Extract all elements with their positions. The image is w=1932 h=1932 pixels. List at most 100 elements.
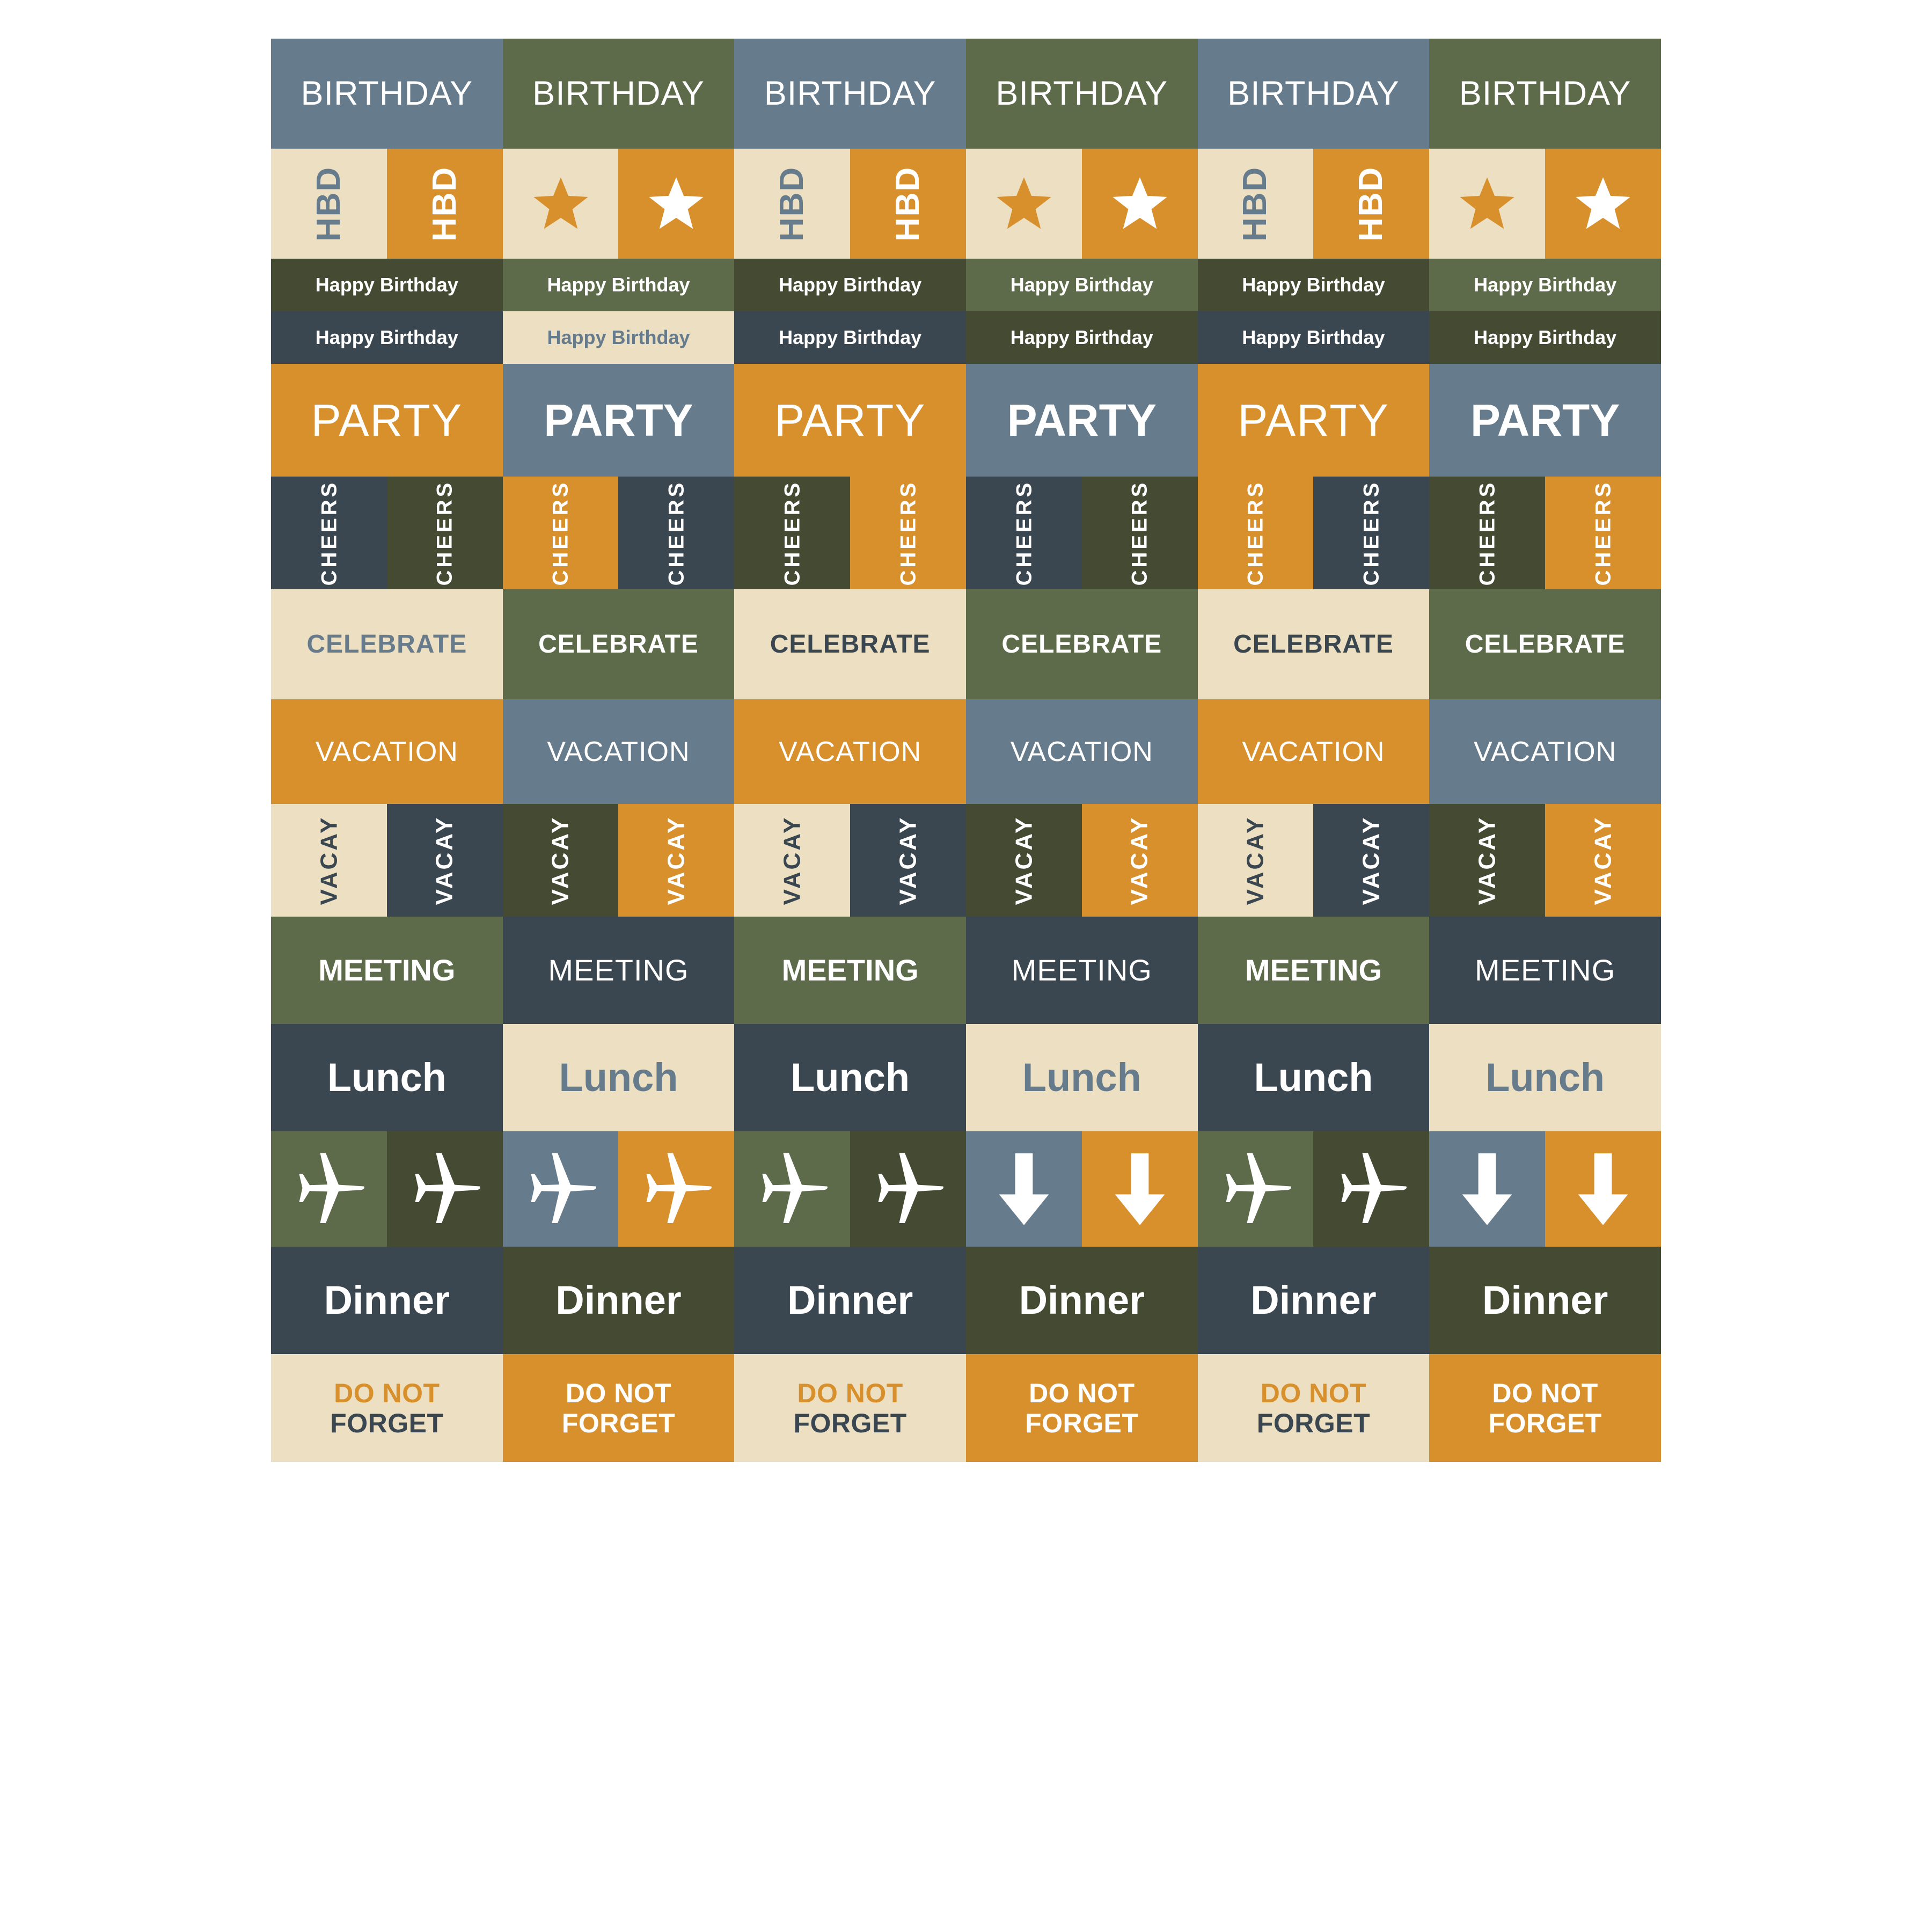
arrow-down-icon[interactable] — [1429, 1131, 1546, 1247]
sticker-vacay[interactable]: VACAY — [1313, 804, 1430, 917]
star-icon[interactable] — [502, 149, 619, 259]
sticker-happy-birthday-2[interactable]: Happy Birthday — [1197, 311, 1430, 364]
airplane-icon[interactable] — [1197, 1131, 1314, 1247]
sticker-happy-birthday-2[interactable]: Happy Birthday — [1429, 311, 1661, 364]
sticker-do-not-forget[interactable]: DO NOT FORGET — [1429, 1354, 1661, 1462]
sticker-dinner[interactable]: Dinner — [271, 1247, 503, 1354]
sticker-celebrate[interactable]: CELEBRATE — [502, 589, 735, 699]
sticker-birthday[interactable]: BIRTHDAY — [1197, 39, 1430, 149]
sticker-vacay[interactable]: VACAY — [1197, 804, 1314, 917]
sticker-birthday[interactable]: BIRTHDAY — [734, 39, 966, 149]
airplane-icon[interactable] — [850, 1131, 966, 1247]
airplane-icon[interactable] — [502, 1131, 619, 1247]
arrow-down-icon[interactable] — [1081, 1131, 1198, 1247]
sticker-celebrate[interactable]: CELEBRATE — [1197, 589, 1430, 699]
sticker-celebrate[interactable]: CELEBRATE — [271, 589, 503, 699]
sticker-hbd[interactable]: HBD — [1197, 149, 1314, 259]
airplane-icon[interactable] — [386, 1131, 503, 1247]
sticker-cheers[interactable]: CHEERS — [850, 477, 966, 589]
airplane-icon[interactable] — [1313, 1131, 1430, 1247]
arrow-down-icon[interactable] — [1545, 1131, 1661, 1247]
sticker-cheers[interactable]: CHEERS — [1081, 477, 1198, 589]
sticker-dinner[interactable]: Dinner — [1429, 1247, 1661, 1354]
sticker-hbd[interactable]: HBD — [734, 149, 851, 259]
sticker-dinner[interactable]: Dinner — [502, 1247, 735, 1354]
sticker-lunch[interactable]: Lunch — [965, 1024, 1198, 1131]
sticker-vacay[interactable]: VACAY — [1081, 804, 1198, 917]
sticker-happy-birthday-2[interactable]: Happy Birthday — [734, 311, 966, 364]
sticker-vacay[interactable]: VACAY — [618, 804, 735, 917]
sticker-happy-birthday-2[interactable]: Happy Birthday — [965, 311, 1198, 364]
sticker-vacation[interactable]: VACATION — [965, 699, 1198, 804]
sticker-lunch[interactable]: Lunch — [271, 1024, 503, 1131]
sticker-vacay[interactable]: VACAY — [502, 804, 619, 917]
sticker-meeting[interactable]: MEETING — [1197, 917, 1430, 1024]
star-icon[interactable] — [1545, 149, 1661, 259]
sticker-celebrate[interactable]: CELEBRATE — [734, 589, 966, 699]
airplane-icon[interactable] — [618, 1131, 735, 1247]
sticker-cheers[interactable]: CHEERS — [618, 477, 735, 589]
sticker-happy-birthday-1[interactable]: Happy Birthday — [1197, 259, 1430, 311]
sticker-vacay[interactable]: VACAY — [271, 804, 387, 917]
sticker-vacay[interactable]: VACAY — [965, 804, 1082, 917]
sticker-party[interactable]: PARTY — [734, 364, 966, 477]
sticker-meeting[interactable]: MEETING — [502, 917, 735, 1024]
sticker-vacay[interactable]: VACAY — [386, 804, 503, 917]
sticker-do-not-forget[interactable]: DO NOT FORGET — [271, 1354, 503, 1462]
sticker-vacation[interactable]: VACATION — [502, 699, 735, 804]
sticker-cheers[interactable]: CHEERS — [271, 477, 387, 589]
sticker-vacation[interactable]: VACATION — [271, 699, 503, 804]
sticker-happy-birthday-1[interactable]: Happy Birthday — [271, 259, 503, 311]
sticker-happy-birthday-1[interactable]: Happy Birthday — [502, 259, 735, 311]
sticker-do-not-forget[interactable]: DO NOT FORGET — [502, 1354, 735, 1462]
sticker-hbd[interactable]: HBD — [271, 149, 387, 259]
sticker-meeting[interactable]: MEETING — [271, 917, 503, 1024]
sticker-party[interactable]: PARTY — [1429, 364, 1661, 477]
sticker-cheers[interactable]: CHEERS — [502, 477, 619, 589]
sticker-dinner[interactable]: Dinner — [965, 1247, 1198, 1354]
sticker-celebrate[interactable]: CELEBRATE — [1429, 589, 1661, 699]
sticker-cheers[interactable]: CHEERS — [965, 477, 1082, 589]
sticker-party[interactable]: PARTY — [271, 364, 503, 477]
sticker-birthday[interactable]: BIRTHDAY — [271, 39, 503, 149]
sticker-meeting[interactable]: MEETING — [734, 917, 966, 1024]
sticker-vacay[interactable]: VACAY — [1429, 804, 1546, 917]
sticker-cheers[interactable]: CHEERS — [386, 477, 503, 589]
sticker-do-not-forget[interactable]: DO NOT FORGET — [734, 1354, 966, 1462]
sticker-happy-birthday-1[interactable]: Happy Birthday — [965, 259, 1198, 311]
sticker-do-not-forget[interactable]: DO NOT FORGET — [1197, 1354, 1430, 1462]
sticker-happy-birthday-2[interactable]: Happy Birthday — [271, 311, 503, 364]
sticker-party[interactable]: PARTY — [1197, 364, 1430, 477]
sticker-hbd[interactable]: HBD — [850, 149, 966, 259]
sticker-cheers[interactable]: CHEERS — [734, 477, 851, 589]
sticker-hbd[interactable]: HBD — [1313, 149, 1430, 259]
sticker-cheers[interactable]: CHEERS — [1429, 477, 1546, 589]
sticker-vacay[interactable]: VACAY — [1545, 804, 1661, 917]
sticker-birthday[interactable]: BIRTHDAY — [1429, 39, 1661, 149]
sticker-do-not-forget[interactable]: DO NOT FORGET — [965, 1354, 1198, 1462]
sticker-vacation[interactable]: VACATION — [1197, 699, 1430, 804]
sticker-meeting[interactable]: MEETING — [1429, 917, 1661, 1024]
sticker-cheers[interactable]: CHEERS — [1197, 477, 1314, 589]
sticker-birthday[interactable]: BIRTHDAY — [965, 39, 1198, 149]
sticker-vacation[interactable]: VACATION — [1429, 699, 1661, 804]
star-icon[interactable] — [618, 149, 735, 259]
sticker-lunch[interactable]: Lunch — [502, 1024, 735, 1131]
sticker-lunch[interactable]: Lunch — [1197, 1024, 1430, 1131]
sticker-hbd[interactable]: HBD — [386, 149, 503, 259]
sticker-party[interactable]: PARTY — [965, 364, 1198, 477]
sticker-cheers[interactable]: CHEERS — [1313, 477, 1430, 589]
sticker-birthday[interactable]: BIRTHDAY — [502, 39, 735, 149]
airplane-icon[interactable] — [271, 1131, 387, 1247]
sticker-celebrate[interactable]: CELEBRATE — [965, 589, 1198, 699]
sticker-vacation[interactable]: VACATION — [734, 699, 966, 804]
sticker-happy-birthday-1[interactable]: Happy Birthday — [1429, 259, 1661, 311]
sticker-vacay[interactable]: VACAY — [734, 804, 851, 917]
star-icon[interactable] — [1081, 149, 1198, 259]
sticker-vacay[interactable]: VACAY — [850, 804, 966, 917]
sticker-meeting[interactable]: MEETING — [965, 917, 1198, 1024]
airplane-icon[interactable] — [734, 1131, 851, 1247]
sticker-happy-birthday-2[interactable]: Happy Birthday — [502, 311, 735, 364]
sticker-cheers[interactable]: CHEERS — [1545, 477, 1661, 589]
star-icon[interactable] — [965, 149, 1082, 259]
